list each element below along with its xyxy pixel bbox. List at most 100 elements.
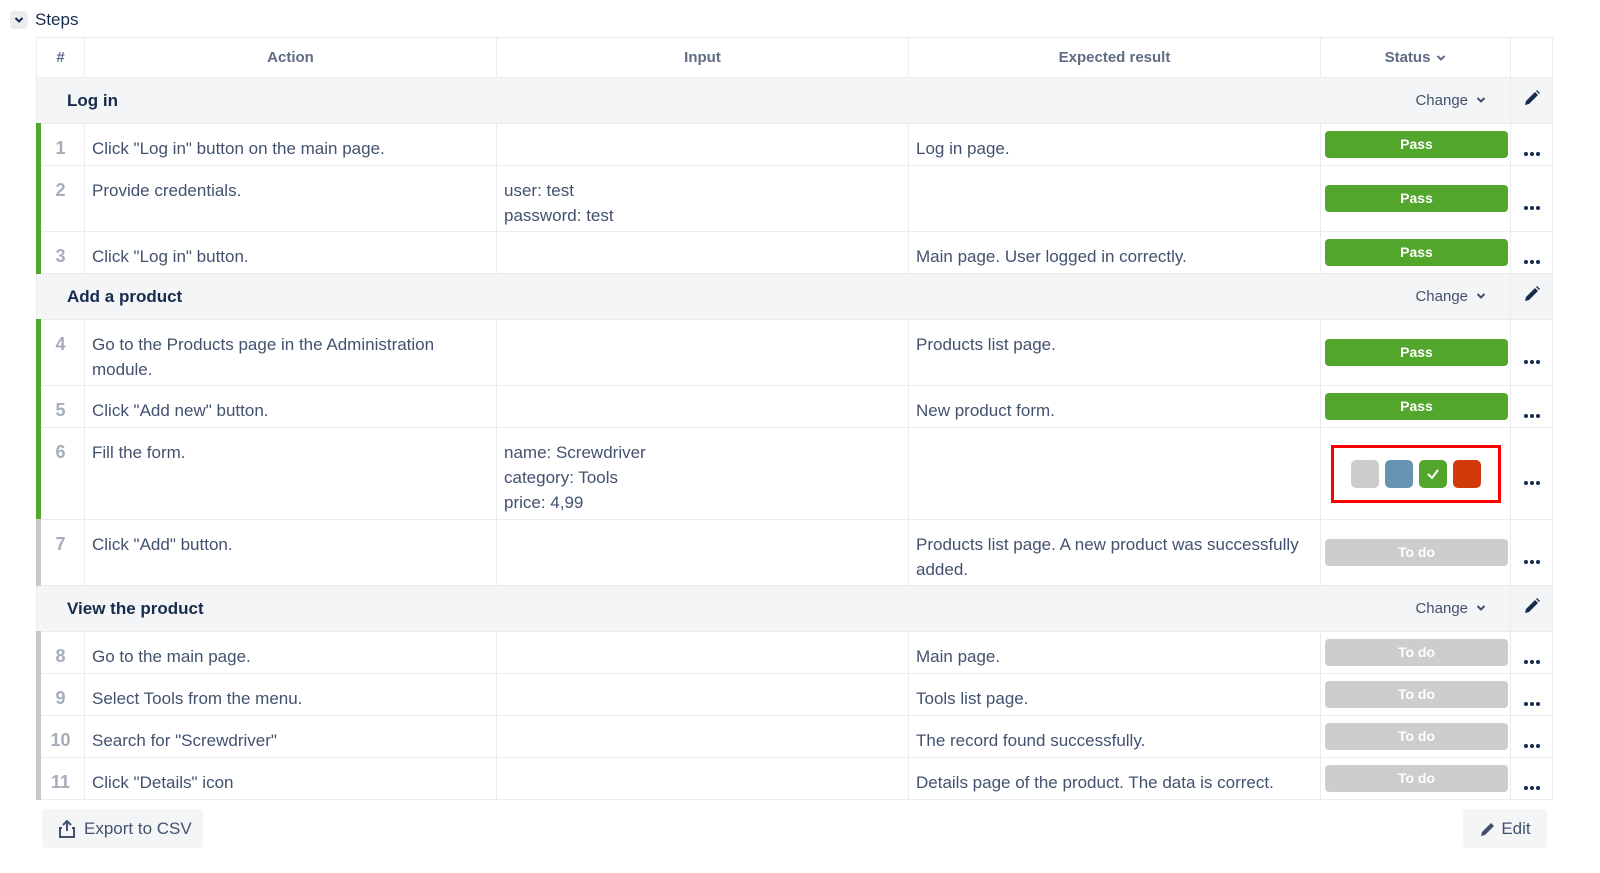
more-actions-icon[interactable] [1523,660,1540,664]
step-action: Provide credentials. [84,165,497,232]
table-row: 10 Search for "Screwdriver" The record fou… [36,715,1553,759]
chevron-down-icon [1476,605,1486,611]
chevron-down-icon [1437,54,1446,61]
step-expected: The record found successfully. [908,715,1321,758]
table-row: 7 Click "Add" button. Products list page. … [36,519,1553,587]
step-input [496,385,909,428]
status-badge[interactable]: To do [1325,765,1508,792]
step-input [496,631,909,674]
more-actions-icon[interactable] [1523,702,1540,706]
step-menu-cell [1510,165,1553,232]
change-status-dropdown[interactable]: Change [1415,288,1486,305]
group-title: Log in [36,77,1321,124]
group-change-cell: Change [1320,585,1511,632]
status-option-to-do[interactable] [1350,459,1379,488]
step-input [496,231,909,274]
group-edit-cell [1510,77,1553,124]
step-action: Click "Add new" button. [84,385,497,428]
step-number: 6 [36,427,85,521]
status-option-fail[interactable] [1452,459,1481,488]
more-actions-icon[interactable] [1523,260,1540,264]
status-picker [1330,444,1501,503]
more-actions-icon[interactable] [1523,560,1540,564]
step-action: Fill the form. [84,427,497,520]
status-badge[interactable]: To do [1325,539,1508,566]
status-filter-dropdown[interactable]: Status [1385,49,1447,66]
pencil-icon [1481,822,1495,836]
step-input [496,715,909,758]
group-title: View the product [36,585,1321,632]
more-actions-icon[interactable] [1523,786,1540,790]
change-status-dropdown[interactable]: Change [1415,600,1486,617]
step-menu-cell [1510,231,1553,274]
more-actions-icon[interactable] [1523,744,1540,748]
step-expected: Main page. [908,631,1321,674]
step-status-cell: Pass [1320,165,1511,232]
table-row: 2 Provide credentials. user: test password:… [36,165,1553,233]
step-menu-cell [1510,319,1553,386]
table-row: 11 Click "Details" icon Details page of th… [36,757,1553,801]
status-badge[interactable]: Pass [1325,131,1508,158]
step-menu-cell [1510,631,1553,674]
pencil-icon[interactable] [1523,286,1541,307]
more-actions-icon[interactable] [1523,481,1540,485]
section-title: Steps [35,10,79,29]
step-status-cell: To do [1320,673,1511,716]
group-row: Add a product Change [36,273,1553,320]
more-actions-icon[interactable] [1523,152,1540,156]
status-badge[interactable]: Pass [1325,239,1508,266]
step-number: 5 [36,385,85,429]
more-actions-icon[interactable] [1523,414,1540,418]
change-status-dropdown[interactable]: Change [1415,92,1486,109]
status-badge[interactable]: To do [1325,639,1508,666]
step-action: Click "Details" icon [84,757,497,800]
check-icon [1426,468,1439,480]
step-action: Select Tools from the menu. [84,673,497,716]
chevron-down-icon [1476,293,1486,299]
table-row: 9 Select Tools from the menu. Tools list p… [36,673,1553,717]
step-expected: Products list page. [908,319,1321,386]
header-num: # [36,37,85,78]
status-badge[interactable]: Pass [1325,185,1508,212]
change-label: Change [1415,287,1468,305]
chevron-down-icon[interactable] [10,11,28,29]
export-csv-button[interactable]: Export to CSV [42,809,203,848]
input-line: price: 4,99 [504,493,584,512]
step-input [496,319,909,386]
table-row: 8 Go to the main page. Main page. To do [36,631,1553,675]
status-option-pass[interactable] [1418,459,1447,488]
status-badge[interactable]: Pass [1325,339,1508,366]
table-row: 4 Go to the Products page in the Administ… [36,319,1553,387]
step-menu-cell [1510,427,1553,520]
step-menu-cell [1510,123,1553,166]
step-number: 7 [36,519,85,587]
status-badge[interactable]: Pass [1325,393,1508,420]
pencil-icon[interactable] [1523,90,1541,111]
step-menu-cell [1510,673,1553,716]
more-actions-icon[interactable] [1523,206,1540,210]
change-label: Change [1415,91,1468,109]
step-status-cell: To do [1320,757,1511,800]
change-label: Change [1415,599,1468,617]
step-action: Go to the main page. [84,631,497,674]
more-actions-icon[interactable] [1523,360,1540,364]
header-status[interactable]: Status [1320,37,1511,78]
step-expected [908,165,1321,232]
pencil-icon[interactable] [1523,598,1541,619]
status-badge[interactable]: To do [1325,723,1508,750]
step-menu-cell [1510,519,1553,586]
step-status-cell: Pass [1320,123,1511,166]
step-action: Click "Log in" button. [84,231,497,274]
step-menu-cell [1510,385,1553,428]
group-change-cell: Change [1320,77,1511,124]
step-action: Go to the Products page in the Administr… [84,319,497,386]
status-badge[interactable]: To do [1325,681,1508,708]
header-input: Input [496,37,909,78]
step-status-cell: Pass [1320,385,1511,428]
edit-button[interactable]: Edit [1463,809,1547,848]
input-line: password: test [504,206,614,225]
table-header-row: # Action Input Expected result Status [36,37,1553,78]
step-number: 11 [36,757,85,801]
status-option-in-progress[interactable] [1384,459,1413,488]
step-action: Click "Add" button. [84,519,497,586]
